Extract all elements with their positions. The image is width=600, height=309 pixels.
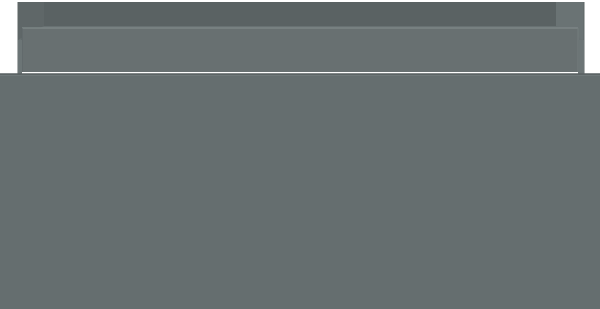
drawer-interior-panel <box>22 28 578 72</box>
drawer <box>0 2 600 309</box>
drawer-right-side-strip <box>578 40 584 74</box>
drawer-left-side-strip <box>18 40 22 74</box>
drawer-illustration <box>0 0 600 309</box>
drawer-inner-back-wall <box>44 2 556 26</box>
drawer-front-face <box>0 74 600 309</box>
